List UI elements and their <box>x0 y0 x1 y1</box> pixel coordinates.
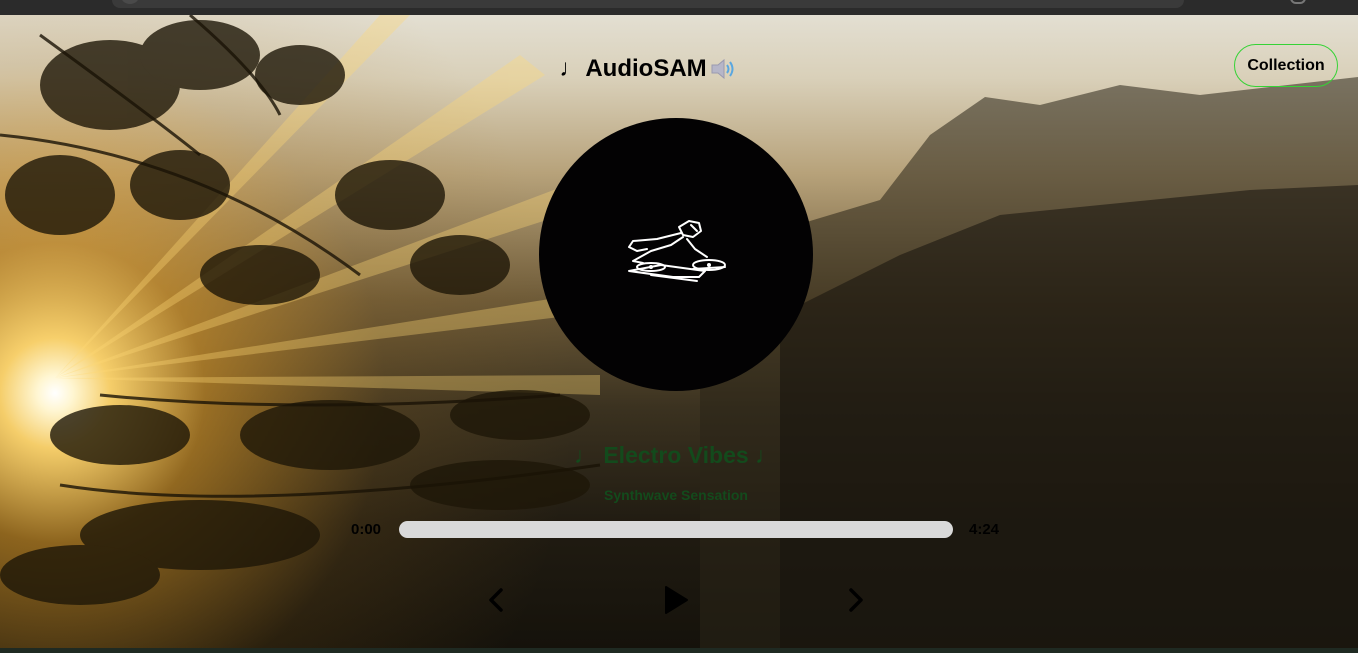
play-icon <box>665 586 688 614</box>
app-title: AudioSAM <box>585 55 707 82</box>
note-icon: ♩ <box>559 55 584 82</box>
collection-button[interactable]: Collection <box>1234 44 1338 87</box>
next-button[interactable] <box>842 584 870 616</box>
song-title: ♩ Electro Vibes ♩ <box>573 442 779 468</box>
song-artist: Synthwave Sensation <box>604 487 748 503</box>
chevron-left-icon <box>489 588 503 612</box>
chevron-right-icon <box>849 588 863 612</box>
bottom-edge <box>0 648 1358 653</box>
browser-address-bar[interactable] <box>112 0 1184 8</box>
album-art <box>539 118 813 391</box>
browser-toolbar <box>0 0 1358 15</box>
previous-button[interactable] <box>482 584 510 616</box>
progress-bar[interactable] <box>399 521 953 538</box>
total-time: 4:24 <box>969 521 1000 538</box>
browser-profile-icon[interactable] <box>1290 0 1306 4</box>
play-button[interactable] <box>660 583 692 617</box>
current-time: 0:00 <box>351 521 382 538</box>
dj-turntable-icon <box>628 220 726 282</box>
speaker-icon <box>711 58 734 80</box>
app-header: ♩ AudioSAM <box>0 55 1296 83</box>
